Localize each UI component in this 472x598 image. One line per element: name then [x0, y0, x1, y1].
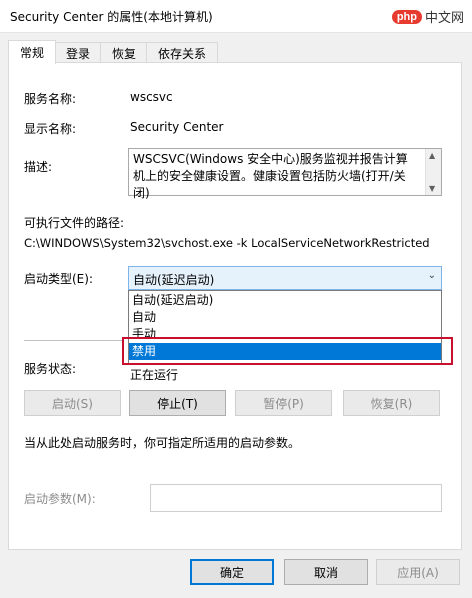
watermark-logo: php	[391, 9, 422, 24]
service-name-value: wscsvc	[130, 90, 173, 104]
service-status-label: 服务状态:	[24, 362, 77, 376]
tab-dependencies[interactable]: 依存关系	[146, 42, 218, 63]
start-params-input[interactable]	[150, 484, 442, 512]
description-box[interactable]: WSCSVC(Windows 安全中心)服务监视并报告计算机上的安全健康设置。健…	[128, 148, 442, 200]
start-button[interactable]: 启动(S)	[24, 390, 121, 416]
startup-type-value: 自动(延迟启动)	[133, 273, 215, 287]
watermark: php 中文网	[391, 7, 464, 26]
apply-button[interactable]: 应用(A)	[376, 559, 460, 585]
option-auto-delayed[interactable]: 自动(延迟启动)	[129, 292, 441, 309]
service-name-label: 服务名称:	[24, 92, 77, 106]
cancel-button[interactable]: 取消	[284, 559, 368, 585]
description-scrollbar[interactable]: ▲ ▼	[425, 149, 441, 195]
service-status-value: 正在运行	[130, 368, 179, 382]
display-name-value: Security Center	[130, 120, 224, 134]
window-title: Security Center 的属性(本地计算机)	[10, 10, 213, 24]
description-text: WSCSVC(Windows 安全中心)服务监视并报告计算机上的安全健康设置。健…	[133, 152, 408, 200]
chevron-down-icon: ⌄	[427, 270, 436, 281]
title-bar: Security Center 的属性(本地计算机) php 中文网	[0, 0, 472, 33]
pause-button[interactable]: 暂停(P)	[235, 390, 332, 416]
divider	[24, 340, 124, 341]
watermark-text: 中文网	[424, 11, 464, 26]
tab-logon[interactable]: 登录	[54, 42, 102, 63]
tab-general[interactable]: 常规	[8, 40, 56, 64]
scroll-down-icon[interactable]: ▼	[429, 184, 435, 193]
annotation-highlight-box	[122, 337, 453, 365]
stop-button[interactable]: 停止(T)	[129, 390, 226, 416]
start-params-label: 启动参数(M):	[24, 492, 96, 506]
description-label: 描述:	[24, 160, 53, 174]
exe-path-value: C:\WINDOWS\System32\svchost.exe -k Local…	[24, 236, 430, 250]
ok-button[interactable]: 确定	[190, 559, 274, 585]
resume-button[interactable]: 恢复(R)	[343, 390, 440, 416]
option-auto[interactable]: 自动	[129, 309, 441, 326]
tab-recovery[interactable]: 恢复	[100, 42, 148, 63]
startup-type-select[interactable]: 自动(延迟启动) ⌄	[128, 266, 442, 290]
scroll-up-icon[interactable]: ▲	[429, 151, 435, 160]
start-params-hint: 当从此处启动服务时，你可指定所适用的启动参数。	[24, 436, 301, 450]
startup-type-label: 启动类型(E):	[24, 272, 93, 286]
display-name-label: 显示名称:	[24, 122, 77, 136]
exe-path-label: 可执行文件的路径:	[24, 216, 125, 230]
